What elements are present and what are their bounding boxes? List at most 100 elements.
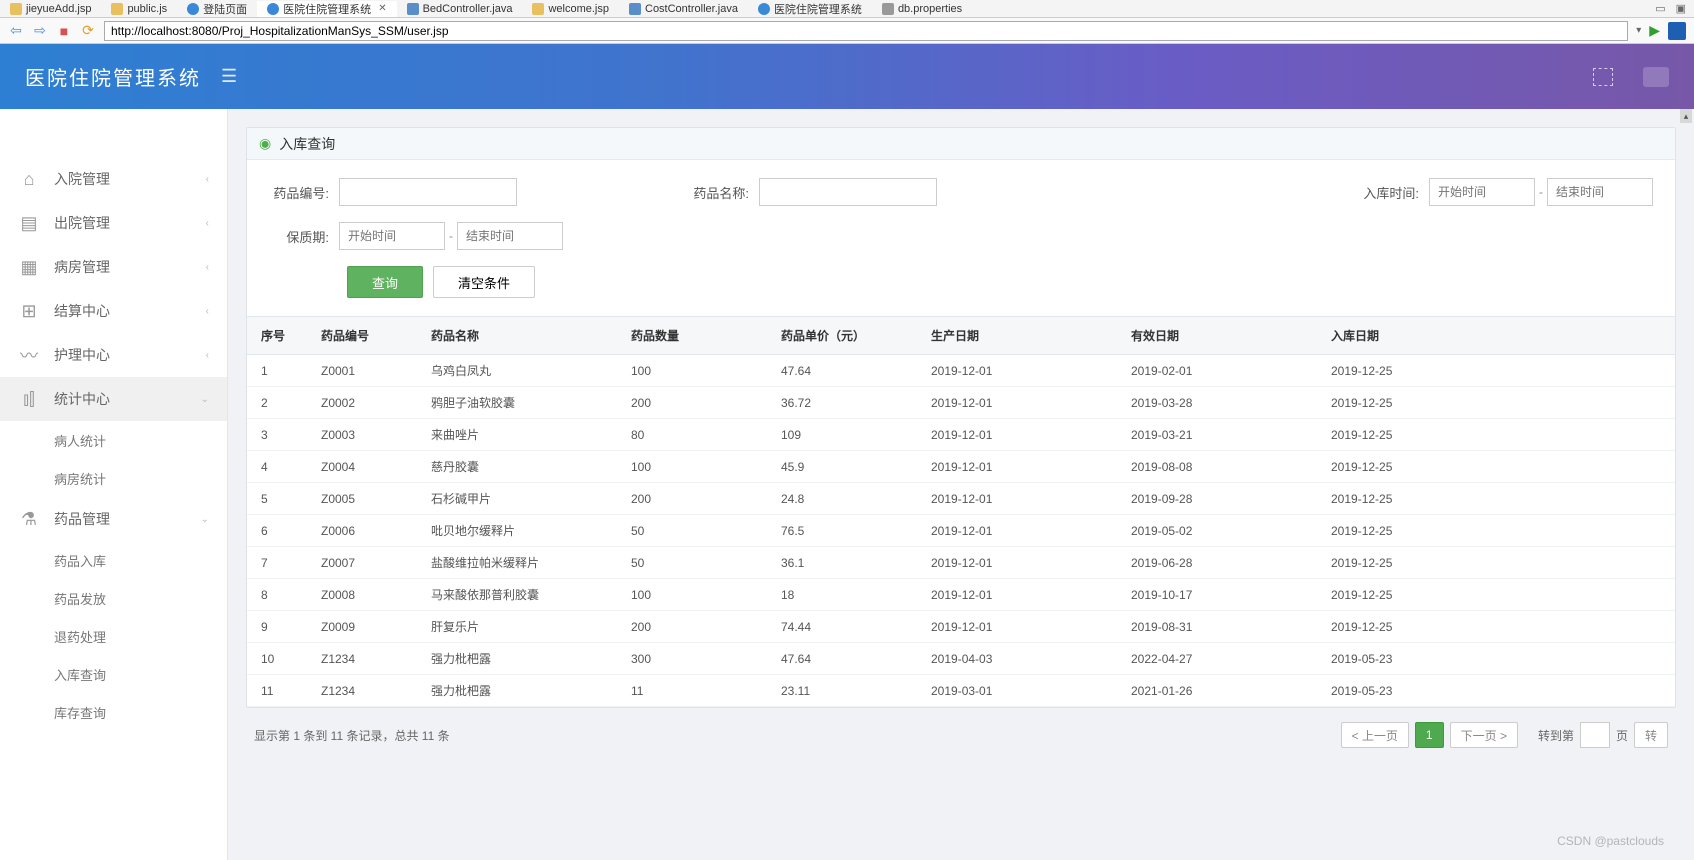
table-cell: 2019-05-23 [1317, 675, 1675, 707]
table-cell: 36.72 [767, 387, 917, 419]
table-cell: 2019-12-25 [1317, 611, 1675, 643]
table-row[interactable]: 2Z0002鸦胆子油软胶囊20036.722019-12-012019-03-2… [247, 387, 1675, 419]
table-cell: 2019-03-21 [1117, 419, 1317, 451]
back-icon[interactable]: ⇦ [8, 23, 24, 39]
sidebar-item[interactable]: ⊞结算中心‹ [0, 289, 227, 333]
table-cell: 1 [247, 355, 307, 387]
sidebar-sub-item[interactable]: 退药处理 [0, 617, 227, 655]
drug-code-input[interactable] [339, 178, 517, 206]
goto-page-input[interactable] [1580, 722, 1610, 748]
table-row[interactable]: 8Z0008马来酸依那普利胶囊100182019-12-012019-10-17… [247, 579, 1675, 611]
url-dropdown-icon[interactable]: ▾ [1636, 25, 1641, 36]
menu-toggle-icon[interactable]: ☰ [221, 66, 237, 87]
shelf-end-input[interactable] [457, 222, 563, 250]
sidebar-item[interactable]: 〰护理中心‹ [0, 333, 227, 377]
stock-end-input[interactable] [1547, 178, 1653, 206]
sidebar-sub-item[interactable]: 药品发放 [0, 579, 227, 617]
table-cell: Z0001 [307, 355, 417, 387]
shelf-start-input[interactable] [339, 222, 445, 250]
query-button[interactable]: 查询 [347, 266, 423, 298]
forward-icon[interactable]: ⇨ [32, 23, 48, 39]
table-row[interactable]: 3Z0003来曲唑片801092019-12-012019-03-212019-… [247, 419, 1675, 451]
table-cell: 肝复乐片 [417, 611, 617, 643]
column-header[interactable]: 药品数量 [617, 317, 767, 355]
chevron-icon: ⌄ [201, 514, 209, 525]
table-cell: 300 [617, 643, 767, 675]
ide-tab[interactable]: db.properties [872, 3, 972, 15]
next-page-button[interactable]: 下一页 > [1450, 722, 1518, 748]
table-cell: 2019-12-01 [917, 419, 1117, 451]
table-cell: 2021-01-26 [1117, 675, 1317, 707]
page-1-button[interactable]: 1 [1415, 722, 1444, 748]
table-cell: 2019-04-03 [917, 643, 1117, 675]
table-row[interactable]: 6Z0006吡贝地尔缓释片5076.52019-12-012019-05-022… [247, 515, 1675, 547]
scroll-up-icon[interactable]: ▴ [1680, 109, 1692, 123]
sidebar-sub-item[interactable]: 病房统计 [0, 459, 227, 497]
table-row[interactable]: 5Z0005石杉碱甲片20024.82019-12-012019-09-2820… [247, 483, 1675, 515]
column-header[interactable]: 入库日期 [1317, 317, 1675, 355]
sidebar-item[interactable]: ▦病房管理‹ [0, 245, 227, 289]
sidebar-item[interactable]: ⌂入院管理‹ [0, 157, 227, 201]
sidebar-item[interactable]: ⚗药品管理⌄ [0, 497, 227, 541]
sidebar-sub-item[interactable]: 病人统计 [0, 421, 227, 459]
close-icon[interactable]: ✕ [378, 3, 386, 14]
file-type-icon [111, 3, 123, 15]
ide-tab[interactable]: jieyueAdd.jsp [0, 3, 101, 15]
drug-code-label: 药品编号: [269, 183, 329, 202]
sidebar-sub-item[interactable]: 入库查询 [0, 655, 227, 693]
reload-icon[interactable]: ⟳ [80, 23, 96, 39]
column-header[interactable]: 药品名称 [417, 317, 617, 355]
sidebar-item[interactable]: ⫾⫿统计中心⌄ [0, 377, 227, 421]
table-cell: 2019-12-25 [1317, 419, 1675, 451]
table-cell: Z0002 [307, 387, 417, 419]
table-cell: 11 [617, 675, 767, 707]
fullscreen-icon[interactable] [1593, 68, 1613, 86]
sidebar-sub-item[interactable]: 库存查询 [0, 693, 227, 731]
stock-start-input[interactable] [1429, 178, 1535, 206]
ide-tab[interactable]: 医院住院管理系统 [748, 1, 872, 17]
table-row[interactable]: 4Z0004慈丹胶囊10045.92019-12-012019-08-08201… [247, 451, 1675, 483]
frame-icon[interactable]: ▣ [1676, 2, 1686, 15]
column-header[interactable]: 序号 [247, 317, 307, 355]
stop-icon[interactable]: ■ [56, 23, 72, 39]
ide-tab[interactable]: 登陆页面 [177, 1, 257, 17]
sidebar-sub-item[interactable]: 药品入库 [0, 541, 227, 579]
minimize-icon[interactable]: ▭ [1655, 2, 1665, 15]
clear-button[interactable]: 清空条件 [433, 266, 535, 298]
table-row[interactable]: 10Z1234强力枇杷露30047.642019-04-032022-04-27… [247, 643, 1675, 675]
run-icon[interactable]: ▶ [1649, 22, 1660, 39]
chevron-icon: ⌄ [201, 394, 209, 405]
table-cell: 80 [617, 419, 767, 451]
table-cell: Z1234 [307, 643, 417, 675]
column-header[interactable]: 药品单价（元） [767, 317, 917, 355]
table-row[interactable]: 9Z0009肝复乐片20074.442019-12-012019-08-3120… [247, 611, 1675, 643]
ide-tab[interactable]: BedController.java [397, 3, 523, 15]
table-cell: 200 [617, 387, 767, 419]
table-cell: 2019-06-28 [1117, 547, 1317, 579]
file-type-icon [758, 3, 770, 15]
drug-name-input[interactable] [759, 178, 937, 206]
ide-tab[interactable]: public.js [101, 3, 177, 15]
avatar[interactable] [1643, 67, 1669, 87]
table-row[interactable]: 7Z0007盐酸维拉帕米缓释片5036.12019-12-012019-06-2… [247, 547, 1675, 579]
sidebar-item[interactable]: ▤出院管理‹ [0, 201, 227, 245]
table-cell: 盐酸维拉帕米缓释片 [417, 547, 617, 579]
map-icon: ⊞ [18, 300, 40, 322]
table-row[interactable]: 1Z0001乌鸡白凤丸10047.642019-12-012019-02-012… [247, 355, 1675, 387]
ide-tab[interactable]: 医院住院管理系统✕ [257, 1, 396, 17]
column-header[interactable]: 药品编号 [307, 317, 417, 355]
table-row[interactable]: 11Z1234强力枇杷露1123.112019-03-012021-01-262… [247, 675, 1675, 707]
goto-button[interactable]: 转 [1634, 722, 1668, 748]
table-cell: 36.1 [767, 547, 917, 579]
prev-page-button[interactable]: < 上一页 [1341, 722, 1409, 748]
table-cell: 3 [247, 419, 307, 451]
ide-tab[interactable]: welcome.jsp [522, 3, 619, 15]
url-input[interactable] [104, 21, 1628, 41]
chevron-icon: ‹ [206, 350, 209, 361]
table-cell: Z0006 [307, 515, 417, 547]
debug-icon[interactable] [1668, 22, 1686, 40]
sidebar: ⌂入院管理‹▤出院管理‹▦病房管理‹⊞结算中心‹〰护理中心‹⫾⫿统计中心⌄病人统… [0, 109, 228, 860]
ide-tab[interactable]: CostController.java [619, 3, 748, 15]
column-header[interactable]: 有效日期 [1117, 317, 1317, 355]
column-header[interactable]: 生产日期 [917, 317, 1117, 355]
